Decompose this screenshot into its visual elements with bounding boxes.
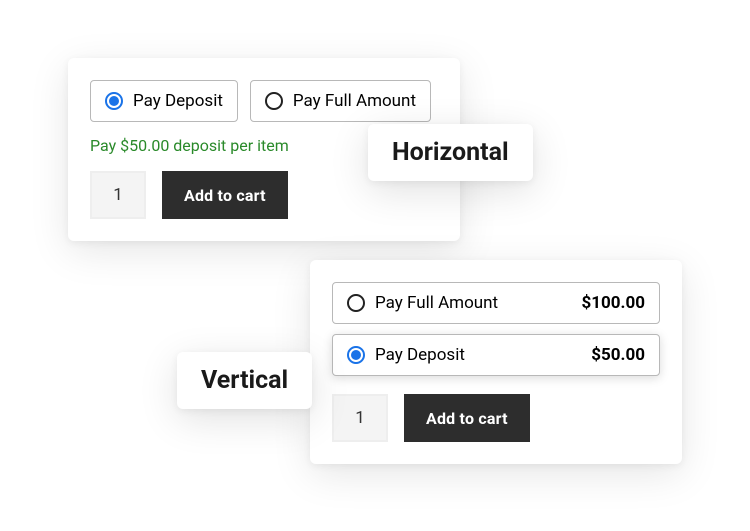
add-to-cart-button[interactable]: Add to cart (404, 394, 530, 442)
option-label: Pay Deposit (133, 91, 223, 111)
payment-options-horizontal: Pay Deposit Pay Full Amount (90, 80, 438, 122)
radio-icon (105, 92, 123, 110)
radio-icon (265, 92, 283, 110)
option-label: Pay Full Amount (375, 293, 498, 313)
vertical-label: Vertical (177, 352, 312, 409)
radio-icon (347, 294, 365, 312)
payment-card-vertical: Pay Full Amount $100.00 Pay Deposit $50.… (310, 260, 682, 464)
pay-full-amount-option[interactable]: Pay Full Amount $100.00 (332, 282, 660, 324)
radio-icon (347, 346, 365, 364)
horizontal-label: Horizontal (368, 124, 533, 181)
quantity-input[interactable] (90, 171, 146, 219)
quantity-input[interactable] (332, 394, 388, 442)
pay-full-amount-option[interactable]: Pay Full Amount (250, 80, 431, 122)
pay-deposit-option[interactable]: Pay Deposit $50.00 (332, 334, 660, 376)
option-price: $50.00 (591, 345, 645, 365)
cart-row: Add to cart (332, 394, 660, 442)
option-price: $100.00 (582, 293, 645, 313)
add-to-cart-button[interactable]: Add to cart (162, 171, 288, 219)
pay-deposit-option[interactable]: Pay Deposit (90, 80, 238, 122)
option-label: Pay Deposit (375, 345, 465, 365)
option-label: Pay Full Amount (293, 91, 416, 111)
payment-options-vertical: Pay Full Amount $100.00 Pay Deposit $50.… (332, 282, 660, 376)
